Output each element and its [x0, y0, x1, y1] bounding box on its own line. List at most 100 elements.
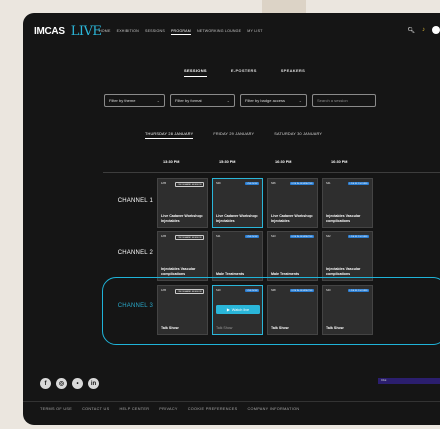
app-screen: IMCAS LIVE HOME EXHIBITION SESSIONS PROG… [23, 13, 440, 425]
status-badge: LIVE IN 45 MINUTES [289, 235, 314, 238]
footer-divider [23, 401, 440, 402]
footer-contact-link[interactable]: CONTACT US [82, 407, 109, 411]
session-id: 1/05 [161, 235, 167, 238]
session-title: Injectables Vascular complications [161, 267, 196, 276]
footer-terms-link[interactable]: TERMS OF USE [40, 407, 72, 411]
session-card[interactable]: S41 LIVE IN 2 HOURS Injectables Vascular… [322, 178, 373, 228]
session-id: S09 [216, 182, 221, 185]
tab-e-posters[interactable]: E-POSTERS [231, 68, 257, 77]
filter-format-select[interactable]: Filter by format ⌄ [170, 94, 235, 107]
session-id: S11 [216, 235, 221, 238]
channel-2-label: CHANNEL 2 [117, 250, 153, 256]
twitter-icon[interactable]: • [72, 378, 83, 389]
status-badge: ON DEMAND SESSION [175, 182, 204, 187]
search-input[interactable] [312, 94, 376, 107]
filter-theme-select[interactable]: Filter by theme ⌄ [104, 94, 165, 107]
instagram-icon[interactable]: ◎ [56, 378, 67, 389]
status-badge: ON DEMAND SESSION [175, 289, 204, 294]
session-card[interactable]: S42 LIVE IN 2 HOURS Injectables Vascular… [322, 231, 373, 281]
facebook-icon[interactable]: f [40, 378, 51, 389]
bell-icon[interactable]: ♪ [422, 27, 425, 33]
tab-day-thursday[interactable]: THURSDAY 28 JANUARY [145, 132, 194, 139]
channel-3-label: CHANNEL 3 [117, 303, 153, 309]
session-card[interactable]: S09 LIVE NOW Live Cadaver Workshop: Inje… [212, 178, 263, 228]
footer-cookie-link[interactable]: COOKIE PREFERENCES [188, 407, 238, 411]
watch-live-button[interactable]: ▶ Watch live [216, 305, 260, 314]
status-badge: LIVE IN 2 HOURS [348, 182, 369, 185]
session-title: Talk Show [216, 325, 233, 330]
session-id: S06 [271, 182, 276, 185]
session-title: Talk Show [326, 325, 344, 330]
time-slot: 15:30 PM [219, 160, 236, 164]
linkedin-icon[interactable]: in [88, 378, 99, 389]
session-card[interactable]: S06 LIVE IN 45 MINUTES Live Cadaver Work… [267, 178, 318, 228]
imcas-live-logo[interactable]: IMCAS LIVE [34, 24, 102, 39]
status-badge: ON DEMAND SESSION [175, 235, 204, 240]
time-slot: 13:30 PM [163, 160, 180, 164]
status-badge: LIVE IN 45 MINUTES [289, 289, 314, 292]
chevron-down-icon: ⌄ [298, 98, 302, 103]
filter-badge-select[interactable]: Filter by badge access ⌄ [240, 94, 307, 107]
footer-help-link[interactable]: HELP CENTER [119, 407, 149, 411]
session-card[interactable]: S13 LIVE IN 45 MINUTES Male Treatments [267, 231, 318, 281]
content-tabs: SESSIONS E-POSTERS SPEAKERS [184, 68, 305, 77]
header-icons: 🔍︎ ♪ [407, 26, 440, 34]
session-title: Male Treatments [271, 271, 300, 276]
time-slot: 16:30 PM [275, 160, 292, 164]
tab-sessions[interactable]: SESSIONS [184, 68, 207, 77]
play-icon: ▶ [226, 308, 230, 312]
tab-speakers[interactable]: SPEAKERS [281, 68, 305, 77]
time-slot: 16:30 PM [331, 160, 348, 164]
session-card[interactable]: 1/05 ON DEMAND SESSION Talk Show [157, 285, 208, 335]
nav-networking-lounge[interactable]: NETWORKING LOUNGE [197, 29, 241, 35]
status-badge: LIVE IN 45 MINUTES [289, 182, 314, 185]
channel-1-label: CHANNEL 1 [117, 198, 153, 204]
session-id: S10 [216, 289, 221, 292]
nav-exhibition[interactable]: EXHIBITION [117, 29, 139, 35]
session-id: 1/05 [161, 182, 167, 185]
tab-day-friday[interactable]: FRIDAY 29 JANUARY [213, 132, 254, 139]
session-card[interactable]: S10 LIVE NOW ▶ Watch live Talk Show [212, 285, 263, 335]
session-id: S42 [326, 235, 331, 238]
filter-theme-label: Filter by theme [109, 98, 136, 103]
search-icon[interactable]: 🔍︎ [407, 27, 415, 34]
chevron-down-icon: ⌄ [226, 98, 230, 103]
avatar[interactable] [432, 26, 440, 34]
background-strip [262, 0, 306, 14]
session-card[interactable]: S40 LIVE IN 2 HOURS Talk Show [322, 285, 373, 335]
footer-company-link[interactable]: COMPANY INFORMATION [247, 407, 299, 411]
chevron-down-icon: ⌄ [156, 98, 160, 103]
session-card[interactable]: 1/05 ON DEMAND SESSION Live Cadaver Work… [157, 178, 208, 228]
day-tabs: THURSDAY 28 JANUARY FRIDAY 29 JANUARY SA… [145, 132, 322, 139]
channel-3-row: 1/05 ON DEMAND SESSION Talk Show S10 LIV… [157, 285, 440, 335]
session-title: Live Cadaver Workshop: Injectables [161, 214, 204, 223]
nav-program[interactable]: PROGRAM [170, 29, 191, 35]
session-id: S08 [271, 289, 276, 292]
session-id: S40 [326, 289, 331, 292]
main-nav: HOME EXHIBITION SESSIONS PROGRAM NETWORK… [99, 29, 263, 35]
session-id: S13 [271, 235, 276, 238]
divider [103, 172, 440, 173]
footer-privacy-link[interactable]: PRIVACY [159, 407, 178, 411]
footer-links: TERMS OF USE CONTACT US HELP CENTER PRIV… [40, 407, 299, 411]
nav-sessions[interactable]: SESSIONS [145, 29, 165, 35]
session-title: Injectables Vascular complications [326, 267, 361, 276]
session-card[interactable]: 1/05 ON DEMAND SESSION Injectables Vascu… [157, 231, 208, 281]
status-badge: LIVE NOW [245, 235, 259, 238]
session-title: Live Cadaver Workshop: Injectables [216, 214, 259, 223]
tab-day-saturday[interactable]: SATURDAY 30 JANUARY [274, 132, 322, 139]
session-card[interactable]: S11 LIVE NOW Male Treatments [212, 231, 263, 281]
session-title: Male Treatments [216, 271, 245, 276]
filter-bar: Filter by theme ⌄ Filter by format ⌄ Fil… [104, 94, 376, 107]
session-title: Talk Show [271, 325, 289, 330]
session-card[interactable]: S08 LIVE IN 45 MINUTES Talk Show [267, 285, 318, 335]
chat-label: Chat [381, 379, 387, 382]
filter-badge-label: Filter by badge access [245, 98, 286, 103]
session-title: Live Cadaver Workshop: Injectables [271, 214, 314, 223]
nav-my-list[interactable]: MY LIST [247, 29, 262, 35]
filter-format-label: Filter by format [175, 98, 202, 103]
chat-bar[interactable]: Chat [378, 378, 440, 384]
watch-live-label: Watch live [231, 307, 250, 312]
nav-home[interactable]: HOME [99, 29, 111, 35]
status-badge: LIVE NOW [245, 289, 259, 292]
